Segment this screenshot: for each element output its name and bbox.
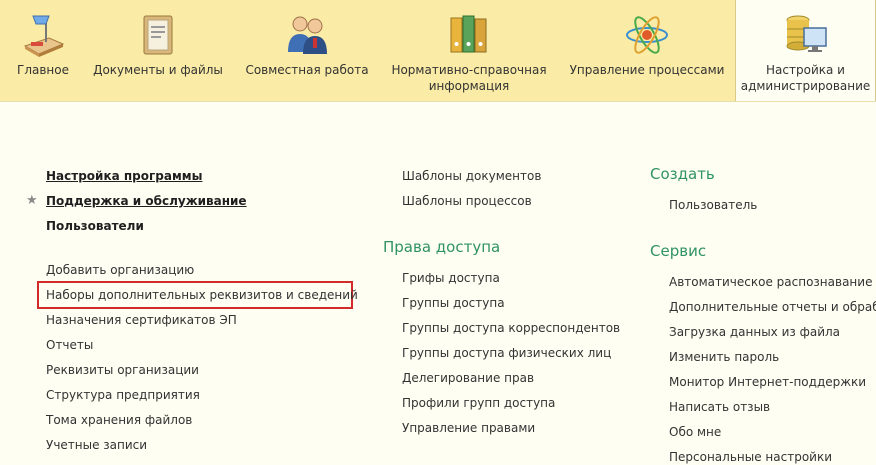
binders-icon	[445, 12, 493, 58]
link-change-password[interactable]: Изменить пароль	[669, 349, 779, 365]
section-reference-info[interactable]: Нормативно-справочная информация	[385, 0, 553, 101]
link-personal-settings[interactable]: Персональные настройки	[669, 449, 832, 465]
link-certificate-assignments[interactable]: Назначения сертификатов ЭП	[46, 312, 237, 328]
people-collaboration-icon	[283, 12, 331, 58]
link-access-groups[interactable]: Группы доступа	[402, 295, 505, 311]
link-load-data-from-file[interactable]: Загрузка данных из файла	[669, 324, 840, 340]
favorite-star-icon[interactable]: ★	[26, 193, 38, 208]
sections-panel: Главное Документы и файлы Совместная раб	[0, 0, 876, 101]
section-label: Управление процессами	[569, 63, 725, 77]
link-correspondent-access-groups[interactable]: Группы доступа корреспондентов	[402, 320, 620, 336]
section-label: Документы и файлы	[93, 63, 223, 77]
home-desk-icon	[19, 12, 67, 58]
link-access-group-profiles[interactable]: Профили групп доступа	[402, 395, 555, 411]
link-add-organization[interactable]: Добавить организацию	[46, 262, 194, 278]
link-rights-management[interactable]: Управление правами	[402, 420, 535, 436]
link-file-storage-volumes[interactable]: Тома хранения файлов	[46, 412, 192, 428]
link-rights-delegation[interactable]: Делегирование прав	[402, 370, 534, 386]
group-title-create: Создать	[650, 165, 715, 183]
group-title-access-rights: Права доступа	[383, 238, 501, 256]
section-label: Совместная работа	[245, 63, 369, 77]
link-support-maintenance[interactable]: Поддержка и обслуживание	[46, 193, 247, 209]
link-process-templates[interactable]: Шаблоны процессов	[402, 193, 532, 209]
section-process-management[interactable]: Управление процессами	[567, 0, 727, 101]
link-additional-reports[interactable]: Дополнительные отчеты и обрабо	[669, 299, 876, 315]
link-individual-access-groups[interactable]: Группы доступа физических лиц	[402, 345, 611, 361]
link-users[interactable]: Пользователи	[46, 218, 144, 234]
link-enterprise-structure[interactable]: Структура предприятия	[46, 387, 200, 403]
link-access-stamps[interactable]: Грифы доступа	[402, 270, 500, 286]
link-write-feedback[interactable]: Написать отзыв	[669, 399, 770, 415]
section-documents[interactable]: Документы и файлы	[92, 0, 224, 101]
link-about-me[interactable]: Обо мне	[669, 424, 721, 440]
section-label: Настройка и администрирование	[740, 63, 871, 93]
section-main[interactable]: Главное	[5, 0, 81, 101]
link-document-templates[interactable]: Шаблоны документов	[402, 168, 541, 184]
link-program-settings[interactable]: Настройка программы	[46, 168, 202, 184]
section-collaboration[interactable]: Совместная работа	[244, 0, 370, 101]
section-label: Нормативно-справочная информация	[391, 63, 547, 93]
link-internet-support-monitor[interactable]: Монитор Интернет-поддержки	[669, 374, 866, 390]
documents-folder-icon	[134, 12, 182, 58]
section-label: Главное	[17, 63, 69, 77]
section-settings-admin[interactable]: Настройка и администрирование	[735, 0, 876, 101]
process-atom-icon	[623, 12, 671, 58]
link-organization-details[interactable]: Реквизиты организации	[46, 362, 199, 378]
link-auto-recognition[interactable]: Автоматическое распознавание из	[669, 274, 876, 290]
database-monitor-icon	[782, 12, 830, 58]
group-title-service: Сервис	[650, 242, 707, 260]
link-create-user[interactable]: Пользователь	[669, 197, 757, 213]
link-reports[interactable]: Отчеты	[46, 337, 93, 353]
link-accounts[interactable]: Учетные записи	[46, 437, 147, 453]
link-additional-attributes-sets[interactable]: Наборы дополнительных реквизитов и сведе…	[46, 287, 358, 303]
divider	[0, 101, 876, 102]
